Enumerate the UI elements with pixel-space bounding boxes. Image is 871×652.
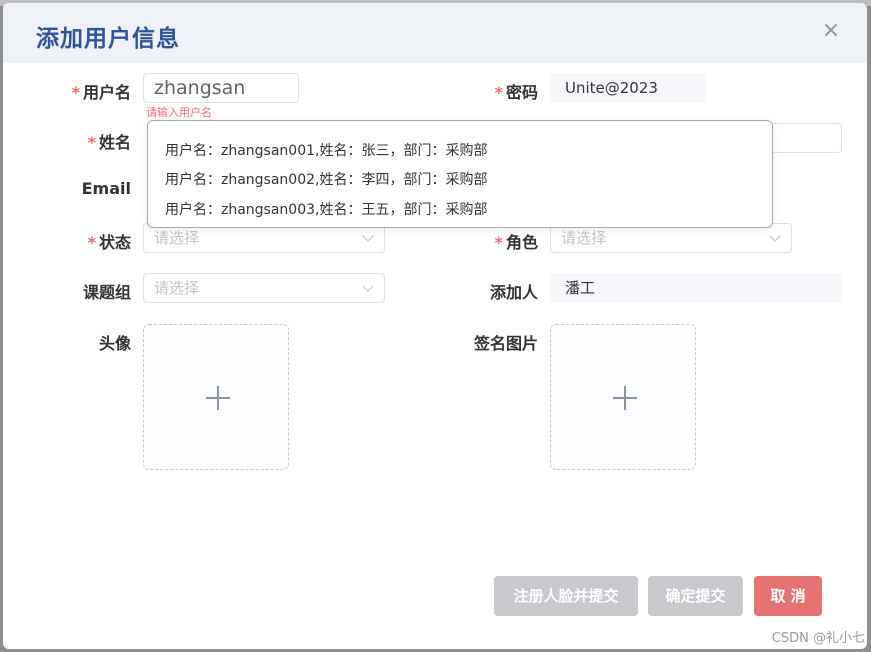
plus-icon	[217, 386, 219, 410]
required-mark: *	[494, 83, 503, 102]
signature-upload[interactable]	[550, 324, 696, 470]
face-register-submit-button[interactable]: 注册人脸并提交	[494, 576, 638, 616]
required-mark: *	[494, 233, 503, 252]
group-placeholder: 请选择	[154, 279, 200, 297]
avatar-label: 头像	[98, 334, 131, 353]
username-suggestions: 用户名：zhangsan001,姓名：张三，部门：采购部 用户名：zhangsa…	[147, 120, 773, 228]
dialog-title: 添加用户信息	[36, 26, 180, 52]
suggestion-item[interactable]: 用户名：zhangsan003,姓名：王五，部门：采购部	[165, 199, 487, 219]
password-field[interactable]: Unite@2023	[550, 73, 706, 103]
chevron-down-icon	[362, 280, 374, 292]
username-label: * 用户名	[71, 83, 131, 102]
group-label: 课题组	[82, 283, 131, 302]
chevron-down-icon	[769, 230, 781, 242]
avatar-upload[interactable]	[143, 324, 289, 470]
add-user-dialog: 添加用户信息 × * 用户名 zhangsan 请输入用户名 * 密码 Unite@…	[3, 3, 867, 649]
username-input[interactable]: zhangsan	[143, 73, 299, 103]
username-error: 请输入用户名	[146, 107, 212, 118]
watermark: CSDN @礼小七	[771, 631, 865, 646]
required-mark: *	[87, 233, 96, 252]
password-label: * 密码	[494, 83, 538, 102]
adder-field: 潘工	[550, 273, 842, 303]
close-icon[interactable]: ×	[821, 20, 841, 42]
required-mark: *	[87, 133, 96, 152]
status-label: * 状态	[87, 233, 131, 252]
suggestion-item[interactable]: 用户名：zhangsan002,姓名：李四，部门：采购部	[165, 169, 487, 189]
role-label: * 角色	[494, 233, 538, 252]
email-label: Email	[81, 179, 131, 198]
name-label: * 姓名	[87, 133, 131, 152]
required-mark: *	[71, 83, 80, 102]
suggestion-item[interactable]: 用户名：zhangsan001,姓名：张三，部门：采购部	[165, 140, 487, 160]
chevron-down-icon	[362, 230, 374, 242]
cancel-button[interactable]: 取 消	[754, 576, 822, 616]
adder-label: 添加人	[489, 283, 538, 302]
dialog-header: 添加用户信息 ×	[3, 3, 867, 63]
signature-label: 签名图片	[473, 334, 538, 353]
status-placeholder: 请选择	[154, 229, 200, 247]
plus-icon	[624, 386, 626, 410]
group-select[interactable]: 请选择	[143, 273, 385, 303]
role-placeholder: 请选择	[561, 229, 607, 247]
confirm-submit-button[interactable]: 确定提交	[648, 576, 743, 616]
